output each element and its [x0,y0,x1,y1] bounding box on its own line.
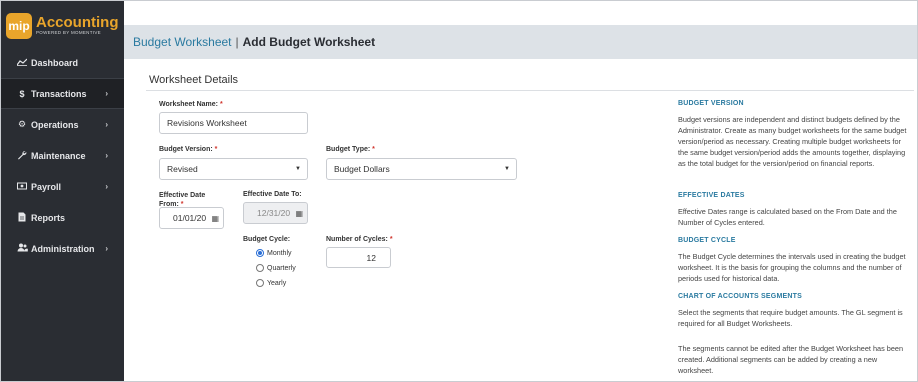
file-icon [16,212,28,224]
brand-name: Accounting [36,14,119,32]
help-effective-dates-text: Effective Dates range is calculated base… [678,207,897,227]
cycle-option-yearly[interactable]: Yearly [256,279,286,287]
sidebar: mip Accounting POWERED BY MOMENTIVE Dash… [1,1,124,381]
brand[interactable]: mip Accounting POWERED BY MOMENTIVE [1,1,124,45]
worksheet-name-input[interactable]: Revisions Worksheet [159,112,308,134]
sidebar-item-label: Dashboard [31,57,79,68]
help-budget-cycle-text: The Budget Cycle determines the interval… [678,252,906,283]
sidebar-item-payroll[interactable]: Payroll › [1,171,124,202]
sidebar-item-reports[interactable]: Reports [1,202,124,233]
sidebar-item-operations[interactable]: ⚙ Operations › [1,109,124,140]
help-coa-text-1: Select the segments that require budget … [678,308,903,328]
sidebar-item-administration[interactable]: Administration › [1,233,124,264]
chevron-right-icon: › [105,89,108,98]
chevron-right-icon: › [105,151,108,160]
section-divider [146,90,914,91]
page-header: Budget Worksheet | Add Budget Worksheet [124,25,917,59]
main-content: Budget Worksheet | Add Budget Worksheet … [124,1,917,381]
radio-selected-icon[interactable] [256,249,264,257]
required-marker: * [372,146,375,153]
sidebar-item-label: Maintenance [31,150,86,161]
budget-type-select[interactable]: Budget Dollars ▼ [326,158,517,180]
breadcrumb-budget-worksheet[interactable]: Budget Worksheet [133,35,232,49]
chevron-right-icon: › [105,182,108,191]
help-coa-text-2: The segments cannot be edited after the … [678,344,903,375]
users-icon [16,243,28,254]
help-budget-version-title: BUDGET VERSION [678,100,744,107]
sidebar-item-maintenance[interactable]: Maintenance › [1,140,124,171]
required-marker: * [214,146,218,153]
calendar-icon[interactable]: ▦ [211,214,219,223]
number-of-cycles-label: Number of Cycles: * [326,236,393,243]
help-effective-dates-title: EFFECTIVE DATES [678,192,745,199]
sidebar-item-transactions[interactable]: $ Transactions › [1,78,124,109]
sidebar-item-label: Payroll [31,181,62,192]
breadcrumb-separator: | [235,35,239,49]
calendar-icon: ▦ [295,208,303,218]
wrench-icon [16,150,28,162]
top-bar [124,1,917,25]
gears-icon: ⚙ [17,119,27,129]
sidebar-item-label: Transactions [31,88,87,99]
cycle-option-monthly[interactable]: Monthly [256,249,292,257]
caret-down-icon: ▼ [295,166,301,172]
budget-type-label: Budget Type: * [326,146,375,153]
dollar-icon: $ [19,88,25,99]
number-of-cycles-input[interactable]: 12 [326,247,391,268]
sidebar-item-label: Operations [31,119,79,130]
budget-version-label: Budget Version: * [159,146,218,153]
radio-icon[interactable] [256,279,264,287]
chevron-right-icon: › [105,244,108,253]
section-title: Worksheet Details [149,74,239,86]
worksheet-name-label: Worksheet Name: * [159,101,223,108]
required-marker: * [389,236,393,243]
caret-down-icon: ▼ [504,166,510,172]
sidebar-item-label: Administration [31,243,95,254]
effective-date-to-label: Effective Date To: [243,191,302,198]
help-budget-version-text: Budget versions are independent and dist… [678,115,907,168]
help-budget-cycle-title: BUDGET CYCLE [678,237,736,244]
mip-logo: mip [6,12,32,39]
brand-tagline: POWERED BY MOMENTIVE [36,30,101,36]
radio-icon[interactable] [256,264,264,272]
budget-version-select[interactable]: Revised ▼ [159,158,308,180]
required-marker: * [219,101,223,108]
sidebar-item-label: Reports [31,212,66,223]
money-icon [16,182,28,192]
help-coa-title: CHART OF ACCOUNTS SEGMENTS [678,293,802,300]
effective-date-to-input: 12/31/20 ▦ [243,202,308,224]
sidebar-item-dashboard[interactable]: Dashboard [1,47,124,78]
effective-date-from-input[interactable]: 01/01/20 ▦ [159,207,224,229]
chart-line-icon [16,58,28,68]
chevron-right-icon: › [105,120,108,129]
cycle-option-quarterly[interactable]: Quarterly [256,264,296,272]
budget-cycle-label: Budget Cycle: [243,236,291,243]
page-title: Add Budget Worksheet [242,35,376,49]
